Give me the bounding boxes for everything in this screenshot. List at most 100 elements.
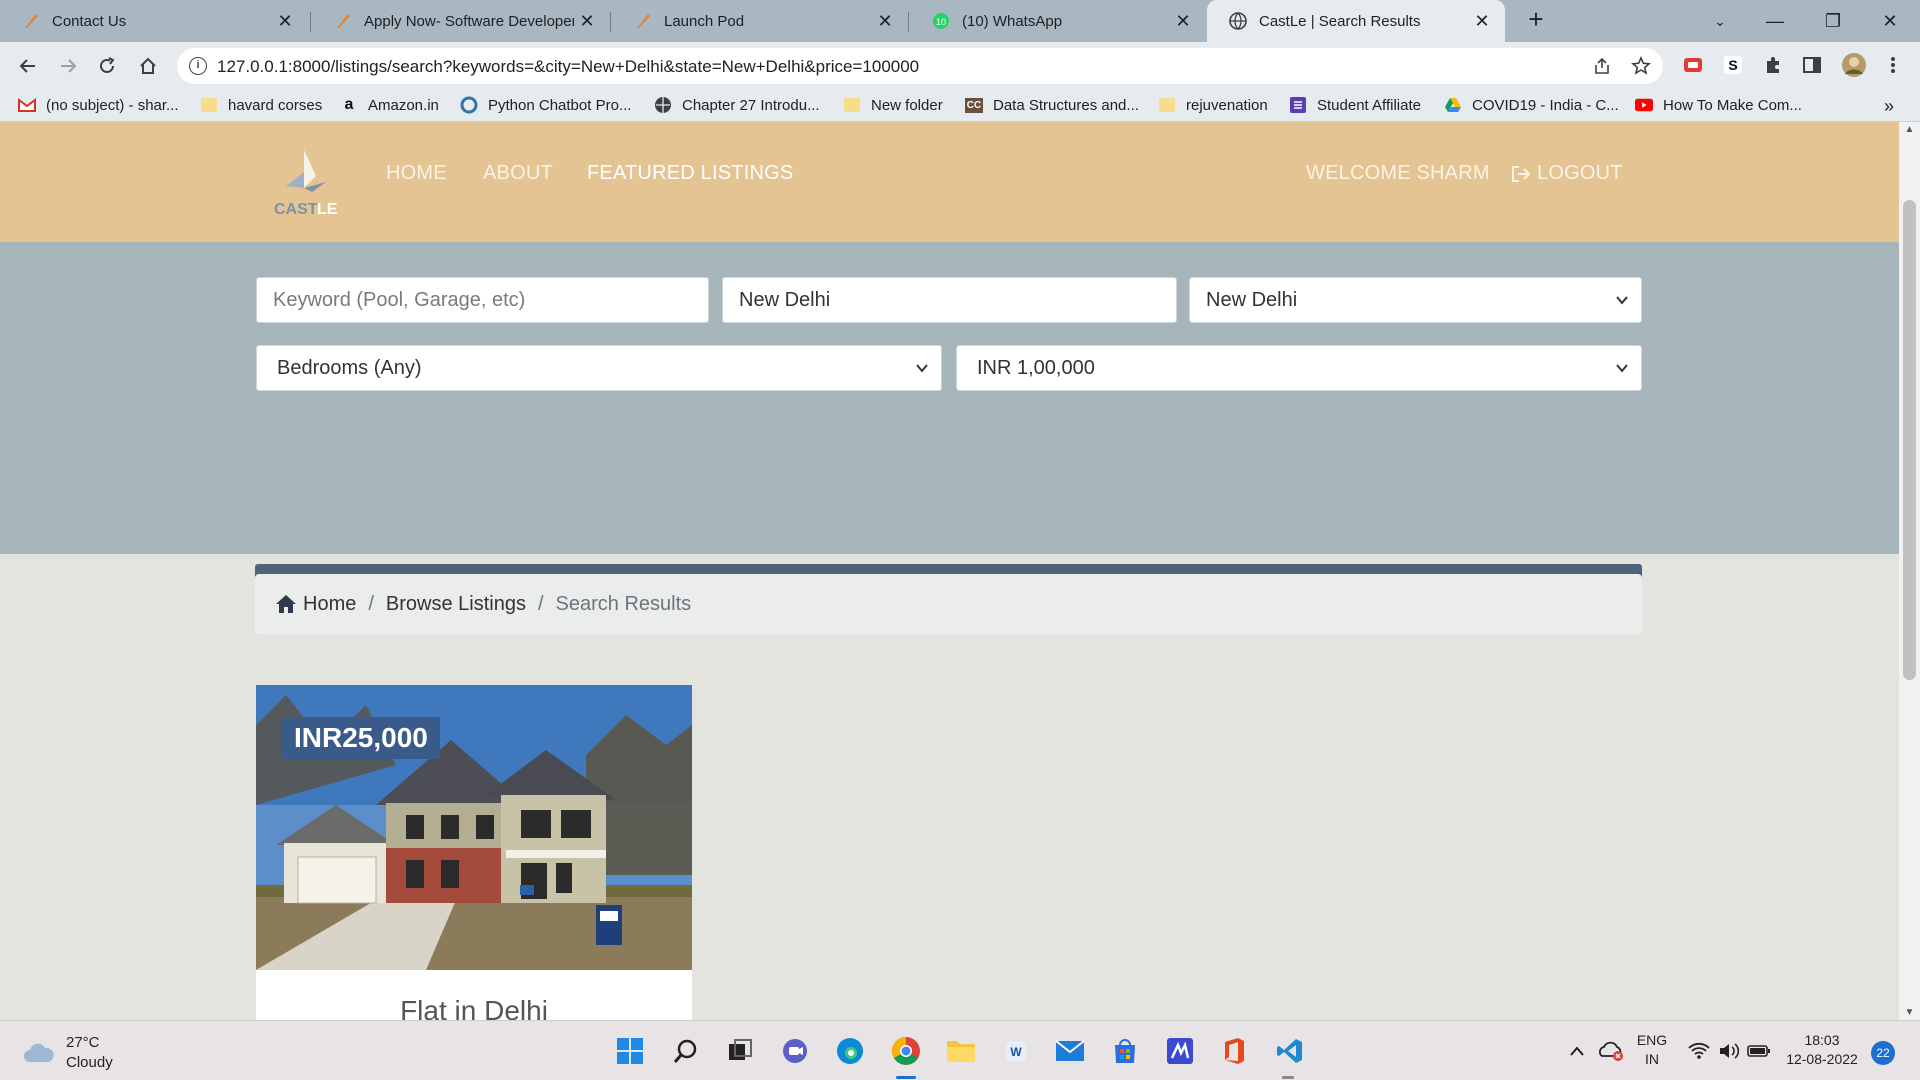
bookmark-havard-corses[interactable]: havard corses [200, 96, 322, 114]
teams-chat-icon[interactable] [779, 1035, 811, 1067]
tab-separator [610, 12, 611, 32]
tab-whatsapp[interactable]: 10 (10) WhatsApp ✕ [910, 0, 1206, 42]
extension-red-icon[interactable] [1682, 54, 1704, 76]
volume-icon[interactable] [1716, 1035, 1742, 1067]
orange-feather-icon [22, 12, 40, 30]
vscode-icon[interactable] [1274, 1035, 1306, 1067]
close-tab-icon[interactable]: ✕ [872, 11, 898, 32]
scroll-up-arrow[interactable]: ▲ [1899, 124, 1920, 135]
globe-icon [1229, 12, 1247, 30]
nav-home[interactable]: HOME [386, 162, 447, 185]
breadcrumb-separator: / [537, 592, 544, 615]
tab-title: Contact Us [52, 12, 127, 30]
back-button[interactable] [12, 50, 44, 82]
bookmark-rejuvenation[interactable]: rejuvenation [1158, 96, 1268, 114]
bookmark-gmail[interactable]: (no subject) - shar... [18, 96, 179, 114]
address-bar[interactable]: i 127.0.0.1:8000/listings/search?keyword… [177, 48, 1663, 84]
task-view-icon[interactable] [724, 1035, 756, 1067]
onedrive-error-icon[interactable] [1598, 1035, 1624, 1067]
listing-photo[interactable]: INR25,000 [256, 685, 692, 970]
search-form-section: Keyword (Pool, Garage, etc) New Delhi Ne… [0, 242, 1899, 610]
more-bookmarks-button[interactable]: » [1884, 96, 1894, 117]
scrollbar-thumb[interactable] [1903, 200, 1916, 680]
listing-price-badge: INR25,000 [282, 717, 440, 759]
city-input[interactable]: New Delhi [722, 277, 1177, 323]
forward-button[interactable] [52, 50, 84, 82]
extension-s-icon[interactable]: S [1722, 54, 1744, 76]
close-window-button[interactable]: ✕ [1860, 0, 1920, 42]
browser-menu-icon[interactable] [1882, 54, 1904, 76]
whiteboard-icon[interactable] [1164, 1035, 1196, 1067]
weather-widget[interactable]: 27°C Cloudy [22, 1033, 113, 1073]
nav-featured-listings[interactable]: FEATURED LISTINGS [587, 162, 793, 185]
globe-icon [654, 96, 672, 114]
microsoft-store-icon[interactable] [1109, 1035, 1141, 1067]
svg-text:W: W [1010, 1045, 1022, 1059]
extensions-puzzle-icon[interactable] [1762, 54, 1784, 76]
mail-icon[interactable] [1054, 1035, 1086, 1067]
bookmark-label: Chapter 27 Introdu... [682, 96, 820, 114]
office-icon[interactable] [1218, 1035, 1250, 1067]
nav-about[interactable]: ABOUT [483, 162, 553, 185]
bookmark-python-chatbot[interactable]: Python Chatbot Pro... [460, 96, 631, 114]
bookmark-chapter-27[interactable]: Chapter 27 Introdu... [654, 96, 820, 114]
language-indicator[interactable]: ENG IN [1630, 1031, 1674, 1069]
bedrooms-select[interactable]: Bedrooms (Any) [256, 345, 942, 391]
minimize-button[interactable]: — [1745, 0, 1805, 42]
tab-contact-us[interactable]: Contact Us ✕ [0, 0, 308, 42]
scroll-down-arrow[interactable]: ▼ [1899, 1007, 1920, 1018]
search-icon[interactable] [670, 1035, 702, 1067]
chrome-icon[interactable] [890, 1035, 922, 1067]
bookmark-data-structures[interactable]: CC Data Structures and... [964, 96, 1139, 114]
bookmark-new-folder[interactable]: New folder [843, 96, 943, 114]
share-icon[interactable] [1591, 55, 1613, 77]
listing-title[interactable]: Flat in Delhi [256, 995, 692, 1020]
bookmark-covid19[interactable]: COVID19 - India - C... [1444, 96, 1619, 114]
site-info-icon[interactable]: i [189, 57, 207, 75]
home-button[interactable] [132, 50, 164, 82]
forward-arrow-icon [61, 59, 77, 73]
bookmark-star-icon[interactable] [1630, 55, 1652, 77]
nav-logout[interactable]: LOGOUT [1511, 162, 1623, 185]
breadcrumb-separator: / [368, 592, 374, 615]
show-hidden-icons-chevron[interactable] [1565, 1035, 1589, 1067]
wifi-icon[interactable] [1686, 1035, 1712, 1067]
castle-logo[interactable]: CAST LE [272, 148, 342, 218]
url-text[interactable]: 127.0.0.1:8000/listings/search?keywords=… [217, 57, 919, 77]
close-tab-icon[interactable]: ✕ [574, 11, 600, 32]
site-navbar: CAST LE HOME ABOUT FEATURED LISTINGS WEL… [0, 122, 1899, 242]
new-tab-button[interactable]: + [1521, 4, 1551, 35]
edge-browser-icon[interactable] [834, 1035, 866, 1067]
breadcrumb-browse-listings[interactable]: Browse Listings [386, 593, 526, 616]
file-explorer-icon[interactable] [945, 1035, 977, 1067]
tab-apply-now[interactable]: Apply Now- Software Developers ✕ [312, 0, 610, 42]
word-pad-icon[interactable]: W [1000, 1035, 1032, 1067]
bookmark-how-to-make[interactable]: How To Make Com... [1635, 96, 1802, 114]
page-scrollbar[interactable]: ▲ ▼ [1899, 122, 1920, 1020]
listing-card[interactable]: INR25,000 Flat in Delhi [256, 685, 692, 1020]
close-tab-icon[interactable]: ✕ [1170, 11, 1196, 32]
close-tab-icon[interactable]: ✕ [1469, 11, 1495, 32]
tab-search-icon[interactable]: ⌄ [1690, 0, 1750, 42]
bookmark-amazon[interactable]: a Amazon.in [340, 96, 439, 114]
notification-count-badge[interactable]: 22 [1871, 1041, 1895, 1065]
keyword-input[interactable]: Keyword (Pool, Garage, etc) [256, 277, 709, 323]
battery-icon[interactable] [1746, 1035, 1772, 1067]
orange-feather-icon [634, 12, 652, 30]
bookmark-label: Student Affiliate [1317, 96, 1421, 114]
clock[interactable]: 18:03 12-08-2022 [1780, 1031, 1864, 1069]
windows-start-icon[interactable] [614, 1035, 646, 1067]
reload-button[interactable] [91, 50, 123, 82]
profile-avatar[interactable] [1841, 52, 1867, 78]
restore-button[interactable]: ❐ [1803, 0, 1863, 42]
tab-castle-search-results[interactable]: CastLe | Search Results ✕ [1207, 0, 1505, 42]
browser-toolbar: i 127.0.0.1:8000/listings/search?keyword… [0, 42, 1920, 89]
breadcrumb-home[interactable]: Home [303, 593, 356, 616]
side-panel-icon[interactable] [1801, 54, 1823, 76]
tab-launch-pod[interactable]: Launch Pod ✕ [612, 0, 908, 42]
bookmark-label: rejuvenation [1186, 96, 1268, 114]
close-tab-icon[interactable]: ✕ [272, 11, 298, 32]
bookmark-student-affiliate[interactable]: Student Affiliate [1289, 96, 1421, 114]
price-select[interactable]: INR 1,00,000 [956, 345, 1642, 391]
state-select[interactable]: New Delhi [1189, 277, 1642, 323]
